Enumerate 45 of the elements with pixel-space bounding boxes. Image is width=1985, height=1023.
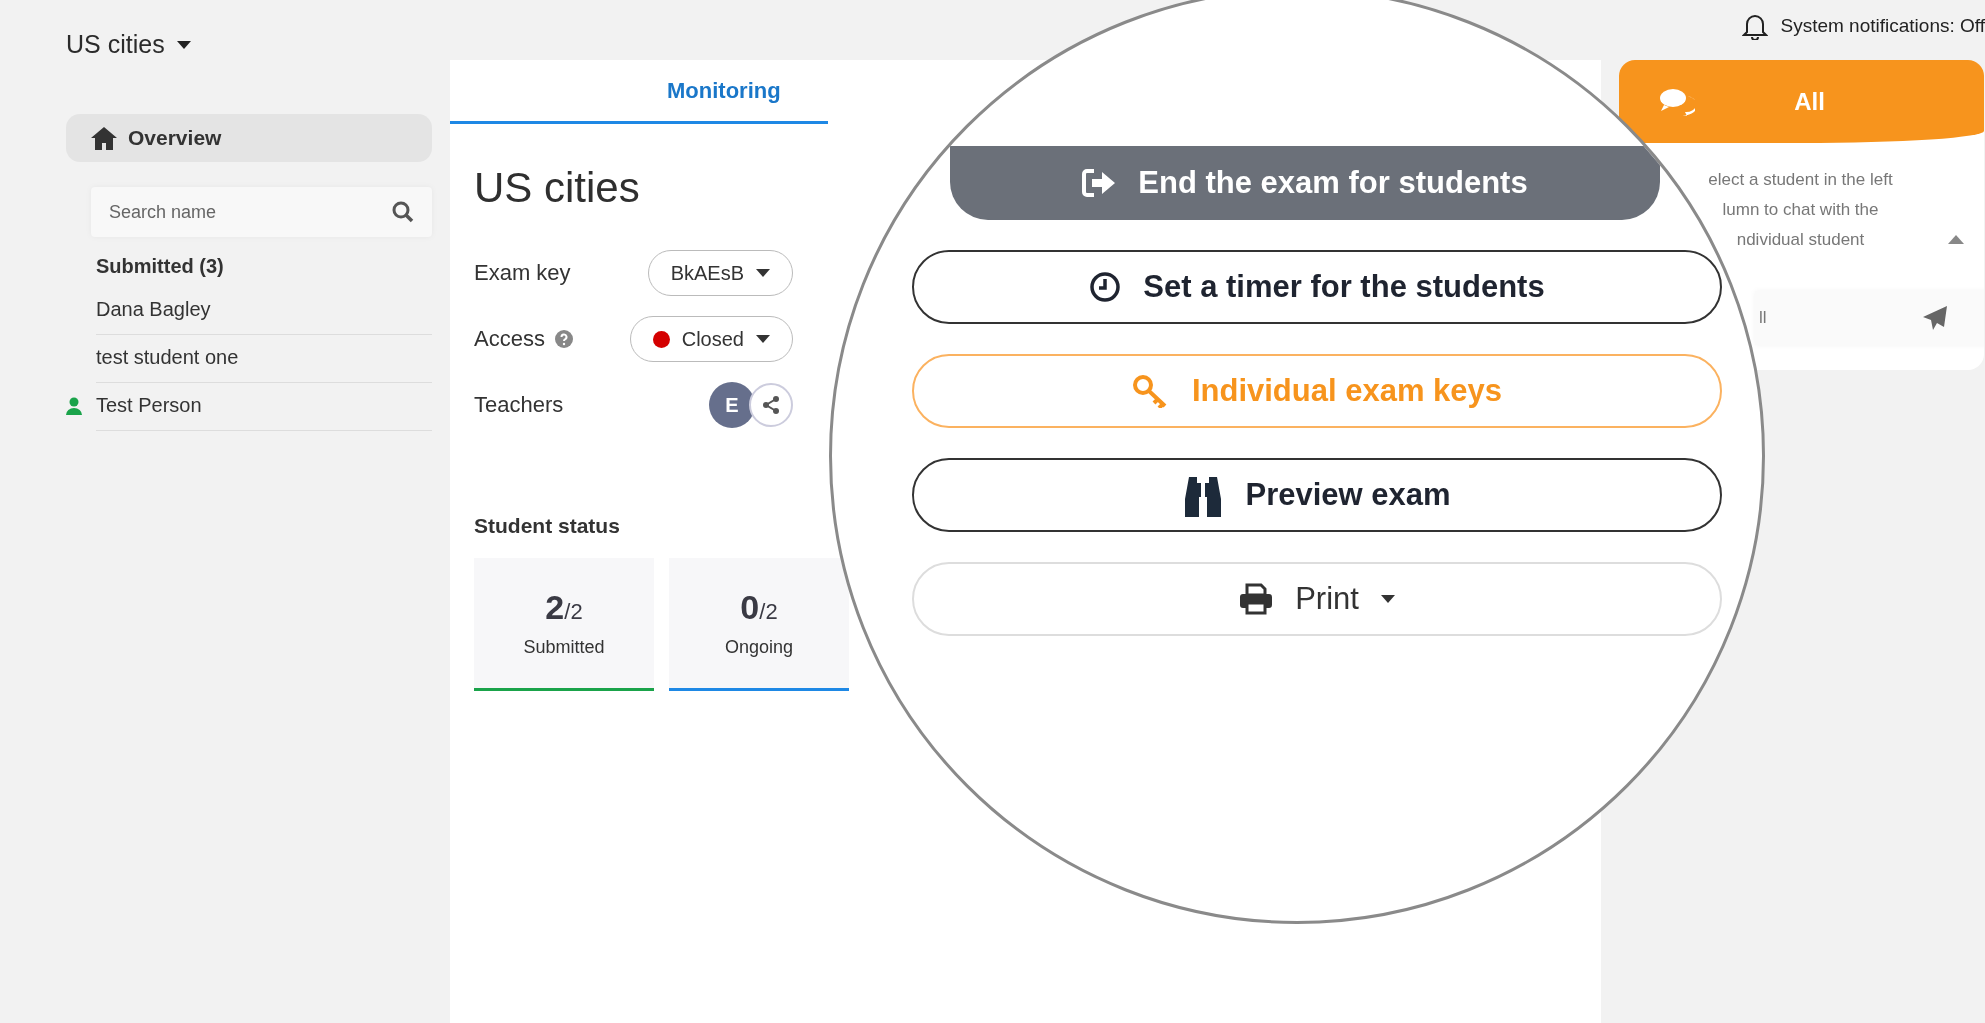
printer-icon: [1239, 583, 1274, 615]
student-name[interactable]: test student one: [96, 333, 432, 383]
tab[interactable]: Monitoring: [450, 60, 828, 124]
exam-title: US cities: [474, 164, 640, 212]
action-button[interactable]: Set a timer for the students: [912, 250, 1722, 324]
caret-icon: [756, 269, 770, 277]
status-count: 0/2: [740, 588, 778, 627]
exit-icon: [1082, 168, 1117, 198]
overview-item[interactable]: Overview: [66, 114, 432, 162]
chat-hint: lumn to chat with the: [1722, 199, 1879, 221]
status-label: Ongoing: [724, 637, 794, 658]
chat-hint: elect a student in the left: [1708, 169, 1893, 191]
chat-title: All: [1793, 87, 1826, 116]
field-label: Access: [474, 326, 545, 352]
send-icon[interactable]: [1922, 305, 1948, 331]
action-button[interactable]: End the exam for students: [950, 146, 1660, 220]
status-count: 2/2: [545, 588, 583, 627]
field-label: Teachers: [474, 392, 564, 418]
caret-icon: [756, 335, 770, 343]
status-label: Submitted: [523, 637, 605, 658]
clock-icon: [1089, 271, 1122, 303]
chat-icon: [1659, 86, 1695, 117]
student-name[interactable]: Test Person: [96, 381, 432, 431]
notifications-status[interactable]: System notifications: Off: [1780, 15, 1985, 37]
help-icon[interactable]: [554, 330, 573, 348]
group-title: Submitted (3): [96, 255, 225, 278]
section-title: Student status: [474, 514, 621, 538]
search-field[interactable]: Search name: [91, 187, 432, 237]
student-name[interactable]: Dana Bagley: [96, 285, 432, 335]
exam-key-dropdown[interactable]: BkAEsB: [647, 250, 793, 296]
bell-icon[interactable]: [1742, 12, 1769, 40]
caret-icon: [176, 40, 191, 49]
share-icon: [761, 395, 781, 415]
field-label: Exam key: [474, 260, 571, 286]
share-button[interactable]: [749, 383, 793, 427]
access-dropdown[interactable]: Closed: [629, 316, 793, 362]
collapse-icon[interactable]: [1948, 235, 1964, 244]
message-field[interactable]: ll: [1755, 291, 1984, 345]
home-icon: [90, 125, 118, 151]
action-button[interactable]: Preview exam: [912, 458, 1722, 532]
search-icon: [392, 201, 414, 223]
action-button[interactable]: Print: [912, 562, 1722, 636]
chat-hint: ndividual student: [1736, 229, 1865, 251]
caret-icon: [1380, 595, 1395, 603]
exam-switcher[interactable]: US cities: [66, 30, 191, 59]
